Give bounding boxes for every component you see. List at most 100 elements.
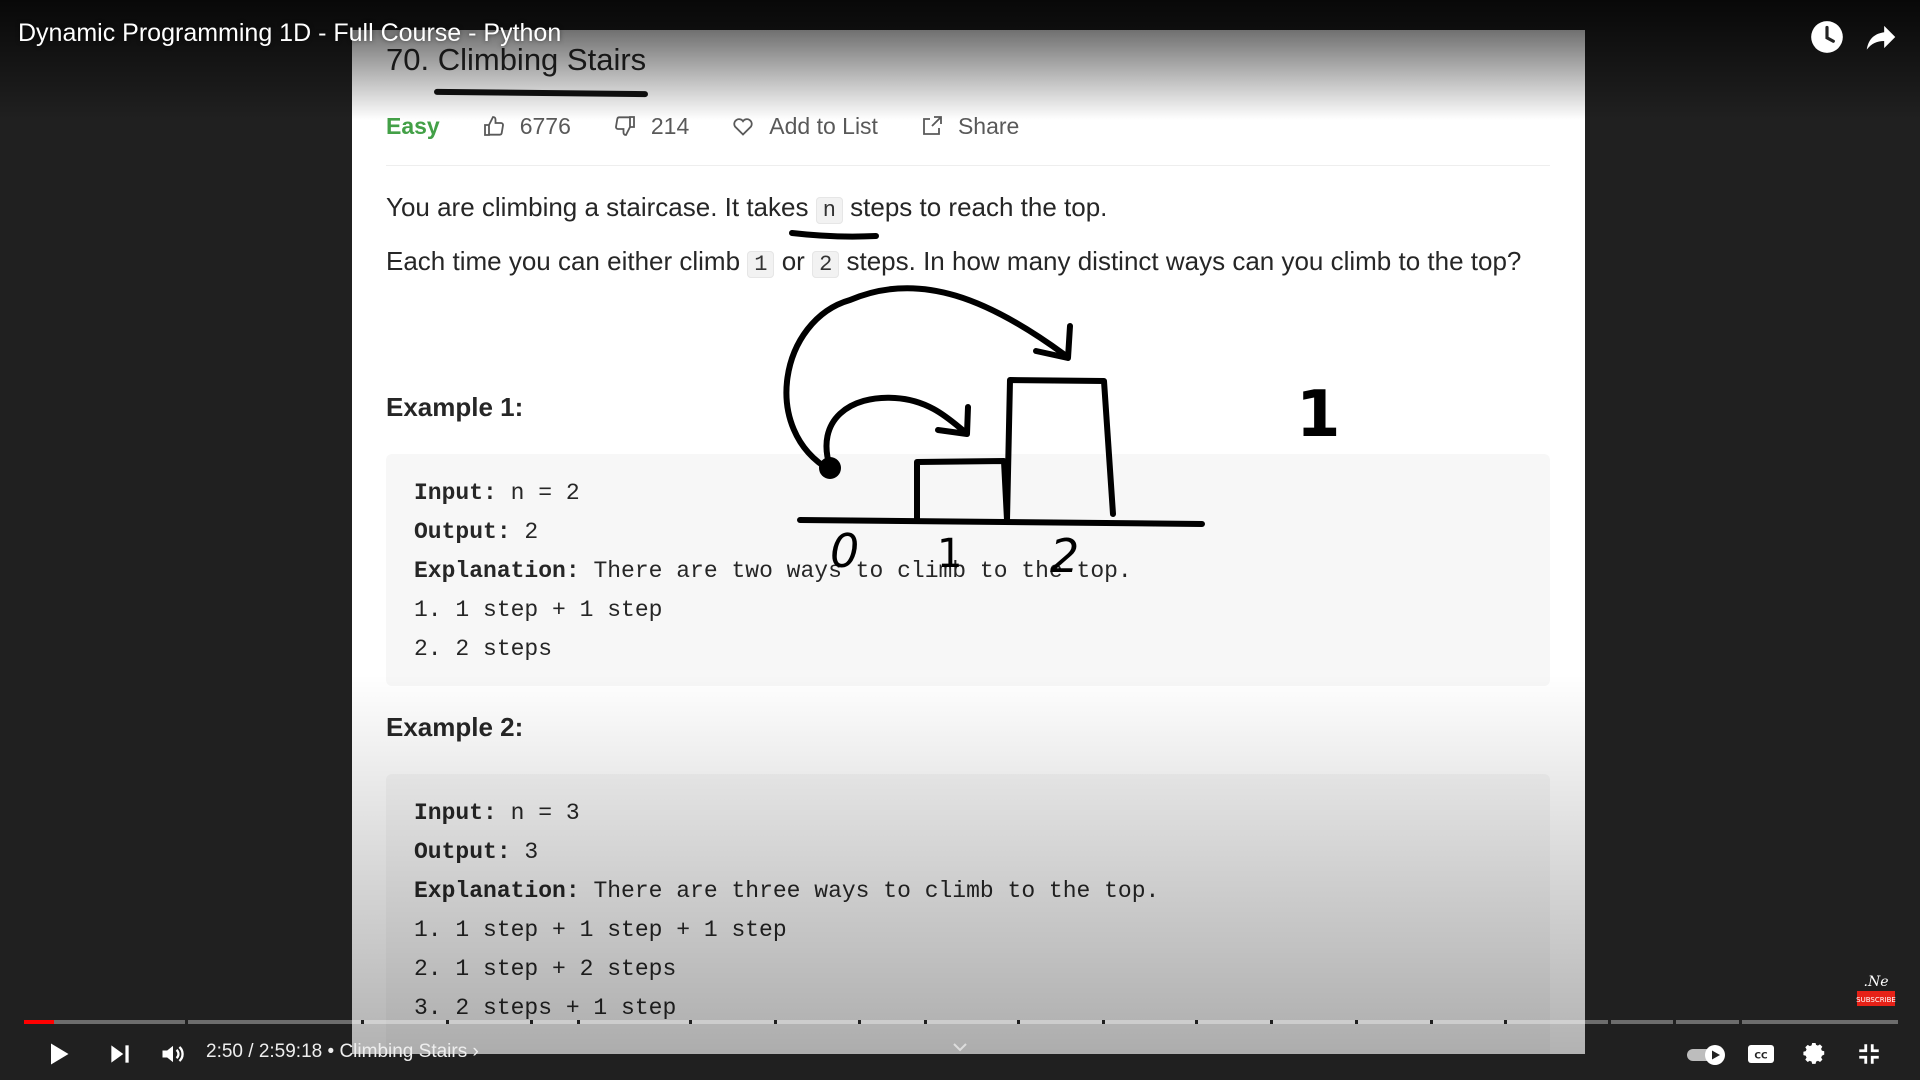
skip-next-icon xyxy=(111,1045,129,1063)
player-controls: 2:50 / 2:59:18 • Climbing Stairs › CC xyxy=(0,1036,1920,1072)
video-player[interactable]: 70. Climbing Stairs Easy 6776 214 Add to… xyxy=(0,0,1920,1080)
example-1-explanation: Explanation: There are two ways to climb… xyxy=(414,556,1132,586)
desc-text: steps to reach the top. xyxy=(842,192,1108,222)
desc-text: steps. In how many distinct ways can you… xyxy=(839,246,1522,276)
example-2-input: Input: n = 3 xyxy=(414,798,580,828)
chapter-gap xyxy=(445,1020,449,1024)
example-2-output: Output: 3 xyxy=(414,837,538,867)
share-icon xyxy=(920,114,944,138)
chapter-separator: • xyxy=(322,1041,340,1062)
chapter-gap xyxy=(1429,1020,1433,1024)
play-icon xyxy=(51,1043,69,1065)
chapter-gap xyxy=(1504,1020,1508,1024)
example-2-line: 2. 1 step + 2 steps xyxy=(414,956,677,982)
explanation-label: Explanation: xyxy=(414,558,580,584)
chapter-gap xyxy=(773,1020,777,1024)
next-button[interactable] xyxy=(102,1036,138,1072)
example-2-line: 1. 1 step + 1 step + 1 step xyxy=(414,917,787,943)
video-title[interactable]: Dynamic Programming 1D - Full Course - P… xyxy=(18,19,561,48)
progress-played xyxy=(24,1020,54,1024)
example-2-explanation: Explanation: There are three ways to cli… xyxy=(414,876,1159,906)
thumbs-down-icon xyxy=(613,114,637,138)
chapter-gap xyxy=(576,1020,580,1024)
description-line-2: Each time you can either climb 1 or 2 st… xyxy=(386,244,1521,282)
example-1-input: Input: n = 2 xyxy=(414,478,580,508)
chapter-gap xyxy=(857,1020,861,1024)
desc-text: You are climbing a staircase. It takes xyxy=(386,192,816,222)
share-arrow-icon xyxy=(1866,25,1896,50)
share-video-button[interactable] xyxy=(1862,18,1900,56)
play-button[interactable] xyxy=(40,1036,76,1072)
chapter-gap xyxy=(1673,1020,1677,1024)
inline-code-n: n xyxy=(815,197,843,224)
autoplay-toggle[interactable] xyxy=(1685,1036,1729,1072)
autoplay-toggle-icon xyxy=(1687,1045,1725,1065)
explanation-value: There are three ways to climb to the top… xyxy=(579,878,1160,904)
title-underline-annotation xyxy=(433,88,649,98)
time-separator: / xyxy=(242,1041,259,1062)
desc-text: Each time you can either climb xyxy=(386,246,748,276)
channel-watermark[interactable]: .Ne SUBSCRIBE xyxy=(1856,972,1896,1008)
clock-icon xyxy=(1811,21,1843,53)
volume-icon xyxy=(162,1045,184,1063)
example-1-block: Input: n = 2 Output: 2 Explanation: Ther… xyxy=(386,454,1550,686)
example-2-line: 3. 2 steps + 1 step xyxy=(414,995,677,1021)
difficulty-label: Easy xyxy=(386,112,440,139)
example-2-block: Input: n = 3 Output: 3 Explanation: Ther… xyxy=(386,774,1550,1054)
example-1-line: 1. 1 step + 1 step xyxy=(414,597,663,623)
gear-icon xyxy=(1803,1042,1825,1064)
video-frame[interactable]: 70. Climbing Stairs Easy 6776 214 Add to… xyxy=(352,30,1585,1054)
dislike-button: 214 xyxy=(613,113,689,140)
volume-button[interactable] xyxy=(155,1036,191,1072)
output-label: Output: xyxy=(414,519,511,545)
example-1-title: Example 1: xyxy=(386,392,524,422)
desc-text: or xyxy=(774,246,813,276)
input-value: n = 2 xyxy=(496,480,580,506)
input-label: Input: xyxy=(414,480,497,506)
chapter-gap xyxy=(361,1020,365,1024)
chapter-chevron-icon: › xyxy=(472,1041,479,1062)
explanation-value: There are two ways to climb to the top. xyxy=(579,558,1132,584)
time-current: 2:50 xyxy=(206,1041,243,1062)
chapter-gap xyxy=(1195,1020,1199,1024)
svg-text:.Ne: .Ne xyxy=(1864,974,1889,990)
progress-track xyxy=(24,1020,1898,1024)
progress-bar[interactable] xyxy=(24,1020,1898,1024)
chapter-title[interactable]: Climbing Stairs › xyxy=(339,1041,478,1062)
settings-button[interactable] xyxy=(1797,1036,1833,1072)
example-2-title: Example 2: xyxy=(386,712,524,742)
chapter-gap xyxy=(923,1020,927,1024)
time-display: 2:50 / 2:59:18 • Climbing Stairs › xyxy=(206,1041,479,1063)
chapter-gap xyxy=(1101,1020,1105,1024)
output-label: Output: xyxy=(414,839,511,865)
description-line-1: You are climbing a staircase. It takes n… xyxy=(386,190,1107,228)
chapter-gap xyxy=(529,1020,533,1024)
captions-icon: CC xyxy=(1748,1045,1774,1063)
exit-fullscreen-icon xyxy=(1859,1044,1879,1064)
chapter-gap xyxy=(1017,1020,1021,1024)
meta-divider xyxy=(386,165,1550,166)
captions-button[interactable]: CC xyxy=(1743,1036,1779,1072)
output-value: 2 xyxy=(510,519,539,545)
share-button: Share xyxy=(920,113,1019,140)
chapter-gap xyxy=(1607,1020,1611,1024)
chapter-gap xyxy=(185,1020,189,1024)
time-total: 2:59:18 xyxy=(258,1041,323,1062)
share-label: Share xyxy=(957,112,1020,139)
example-1-output: Output: 2 xyxy=(414,517,538,547)
explanation-label: Explanation: xyxy=(414,878,580,904)
chapter-gap xyxy=(1738,1020,1742,1024)
output-value: 3 xyxy=(510,839,539,865)
svg-text:CC: CC xyxy=(1754,1052,1768,1062)
input-value: n = 3 xyxy=(496,800,580,826)
watch-later-button[interactable] xyxy=(1808,18,1846,56)
like-count: 6776 xyxy=(519,112,571,139)
problem-meta-bar: Easy 6776 214 Add to List Share xyxy=(386,106,1061,146)
chapter-title-text: Climbing Stairs xyxy=(339,1041,468,1062)
inline-code-2: 2 xyxy=(812,251,840,278)
chapter-gap xyxy=(1270,1020,1274,1024)
thumbs-up-icon xyxy=(482,114,506,138)
input-label: Input: xyxy=(414,800,497,826)
exit-fullscreen-button[interactable] xyxy=(1851,1036,1887,1072)
add-to-list-button: Add to List xyxy=(731,113,878,140)
